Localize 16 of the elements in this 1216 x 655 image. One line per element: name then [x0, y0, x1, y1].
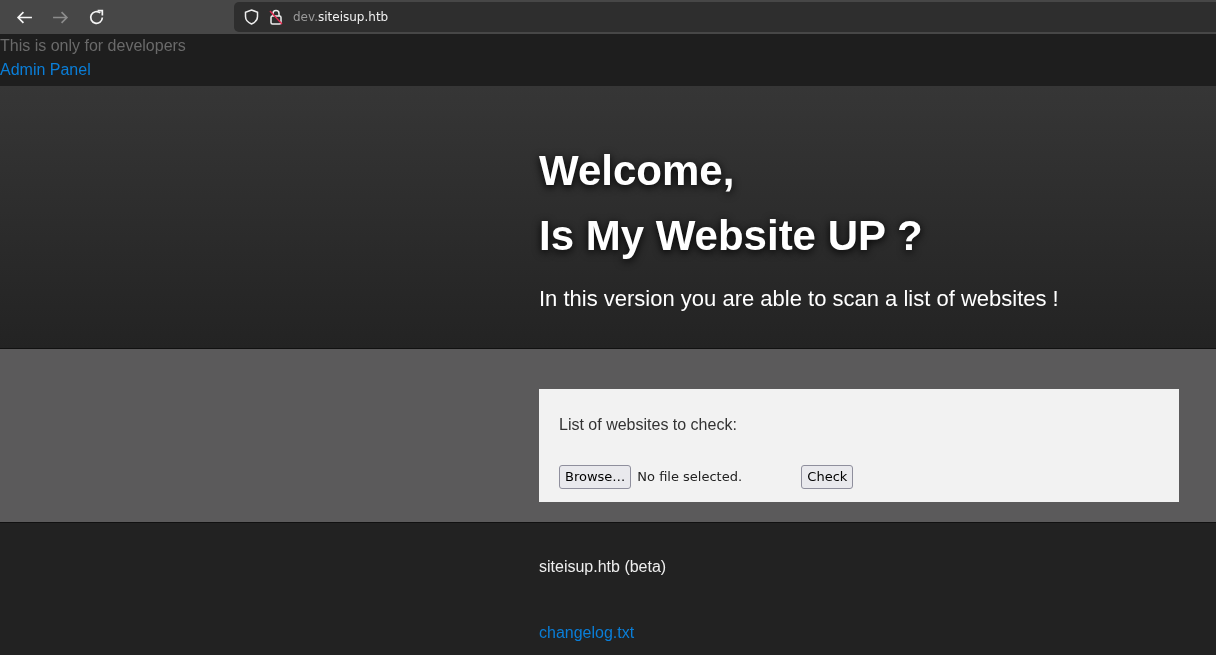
- admin-panel-link[interactable]: Admin Panel: [0, 61, 91, 78]
- check-button[interactable]: Check: [801, 465, 854, 489]
- changelog-link[interactable]: changelog.txt: [539, 621, 635, 645]
- browse-button[interactable]: Browse…: [559, 465, 632, 489]
- developer-notice: This is only for developers: [0, 36, 186, 56]
- file-status: No file selected.: [637, 468, 744, 486]
- reload-icon: [87, 8, 105, 26]
- hero-subtitle: In this version you are able to scan a list of websites !: [539, 285, 1059, 313]
- footer-text: siteisup.htb (beta): [539, 557, 667, 577]
- address-bar[interactable]: dev.siteisup.htb: [234, 2, 1216, 32]
- hero-title: Welcome,: [539, 146, 735, 196]
- shield-icon: [244, 9, 259, 25]
- insecure-lock-icon: [269, 9, 283, 25]
- form-label: List of websites to check:: [559, 415, 737, 435]
- hero-title: Is My Website UP ?: [539, 211, 923, 261]
- url-text: dev.siteisup.htb: [293, 9, 389, 26]
